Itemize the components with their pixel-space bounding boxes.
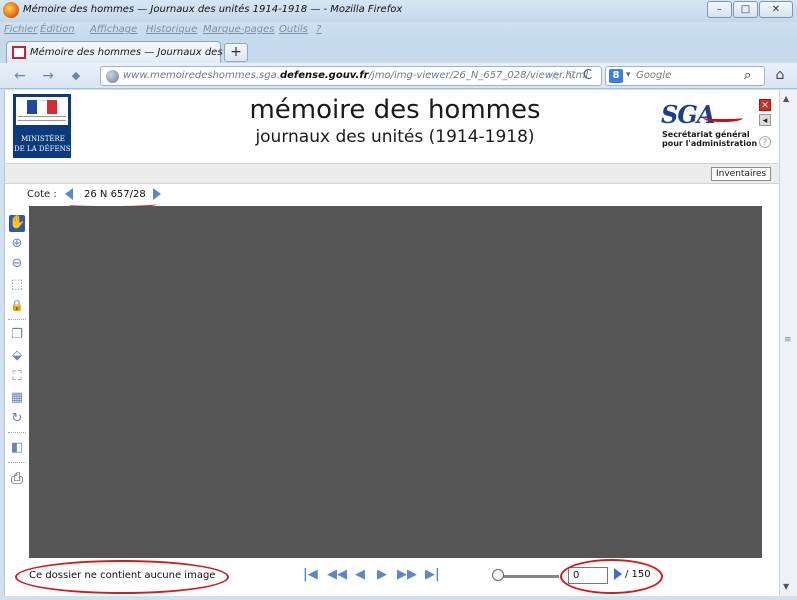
help-icon[interactable]: ? [759, 136, 771, 148]
close-icon[interactable]: ✕ [759, 99, 771, 111]
tab-strip: Mémoire des hommes — Journaux des u... + [0, 39, 797, 63]
viewer-bottom-bar: Ce dossier ne contient aucune image |◀ ◀… [5, 558, 780, 594]
tab-label: Mémoire des hommes — Journaux des u... [30, 47, 242, 58]
cote-value: 26 N 657/28 [84, 189, 146, 200]
page-scrollbar[interactable]: ▲ ≡ ▼ [779, 90, 797, 596]
page-slider-track[interactable] [499, 575, 559, 578]
logo-line-1: MINISTÈRE [21, 135, 65, 143]
next-cote-icon[interactable] [153, 188, 161, 200]
print-icon[interactable]: ⎙ [9, 470, 25, 487]
zoom-rectangle-icon[interactable]: ⬚ [9, 277, 25, 294]
minimize-button[interactable]: – [707, 1, 732, 18]
inventaires-button[interactable]: Inventaires [711, 167, 772, 181]
identity-icon[interactable]: ◆ [66, 67, 86, 85]
menu-marque-pages[interactable]: Marque-pages [203, 24, 275, 35]
annotation-oval [15, 560, 229, 594]
toolbar-separator [8, 432, 26, 433]
site-title: mémoire des hommes [249, 95, 541, 125]
home-icon[interactable]: ⌂ [770, 67, 790, 85]
sga-text-1: Secrétariat général [662, 130, 750, 139]
logo-line-2: DE LA DÉFENSE [14, 145, 76, 153]
history-dropdown-icon[interactable]: ▽ [567, 70, 575, 81]
pan-hand-icon[interactable]: ✋ [9, 215, 25, 232]
rewind-icon[interactable]: ◀◀ [327, 567, 347, 582]
search-bar[interactable]: 8 ▾ Google ⌕ [605, 66, 765, 86]
fit-icon[interactable]: ⬙ [9, 348, 25, 365]
sga-text-2: pour l'administration [662, 139, 758, 148]
menu-fichier[interactable]: Fichier [4, 24, 37, 35]
menu-outils[interactable]: Outils [279, 24, 308, 35]
globe-icon [106, 70, 119, 83]
annotation-oval [560, 559, 663, 594]
republic-flag-icon [16, 97, 68, 125]
last-page-icon[interactable]: ▶| [425, 567, 440, 582]
url-text: www.memoiredeshommes.sga.defense.gouv.fr… [123, 70, 589, 81]
previous-page-icon[interactable]: ◀ [355, 567, 365, 582]
options-bar: Inventaires [5, 163, 780, 184]
scroll-grip-icon[interactable]: ≡ [784, 335, 792, 345]
menu-edition[interactable]: Édition [40, 24, 75, 35]
forward-arrow-icon[interactable]: → [38, 67, 58, 85]
site-favicon-icon [12, 46, 26, 59]
next-page-icon[interactable]: ▶ [377, 567, 387, 582]
page-content: MINISTÈRE DE LA DÉFENSE mémoire des homm… [4, 90, 780, 596]
pages-icon[interactable]: ❐ [9, 327, 25, 344]
menu-affichage[interactable]: Affichage [90, 24, 137, 35]
cote-label: Cote : [27, 189, 57, 200]
menu-help[interactable]: ? [316, 24, 321, 35]
reload-icon[interactable]: C [583, 68, 592, 83]
back-arrow-icon[interactable]: ← [10, 67, 30, 85]
tab-memoire[interactable]: Mémoire des hommes — Journaux des u... [6, 41, 242, 63]
search-engine-dropdown-icon[interactable]: ▾ [626, 70, 631, 80]
toolbar-separator [8, 462, 26, 463]
fast-forward-icon[interactable]: ▶▶ [397, 567, 417, 582]
close-window-button[interactable]: ✕ [759, 1, 793, 18]
maximize-button[interactable]: □ [733, 1, 758, 18]
layers-icon[interactable]: ◧ [9, 440, 25, 457]
search-engine-icon[interactable]: 8 [609, 69, 623, 83]
zoom-in-icon[interactable]: ⊕ [9, 236, 25, 253]
site-subtitle: journaux des unités (1914-1918) [255, 127, 535, 147]
navigation-bar: ← → ◆ www.memoiredeshommes.sga.defense.g… [0, 63, 797, 89]
firefox-icon [3, 2, 19, 18]
scroll-up-icon[interactable]: ▲ [783, 94, 789, 103]
sga-swoosh-icon [703, 114, 743, 122]
grid-icon[interactable]: ▦ [9, 390, 25, 407]
search-placeholder: Google [636, 70, 672, 81]
window-title: Mémoire des hommes — Journaux des unités… [23, 4, 403, 15]
fullscreen-icon[interactable]: ⛶ [9, 369, 25, 386]
scroll-down-icon[interactable]: ▼ [783, 582, 789, 591]
rotate-icon[interactable]: ↻ [9, 411, 25, 428]
site-header: MINISTÈRE DE LA DÉFENSE mémoire des homm… [5, 90, 780, 163]
ministry-logo[interactable]: MINISTÈRE DE LA DÉFENSE [13, 94, 76, 158]
search-icon[interactable]: ⌕ [744, 68, 751, 83]
bookmark-star-icon[interactable]: ☆ [549, 69, 561, 84]
toolbar-separator [8, 319, 26, 320]
first-page-icon[interactable]: |◀ [303, 567, 318, 582]
menu-bar: Fichier Édition Affichage Historique Mar… [0, 22, 797, 39]
page-slider-knob[interactable] [492, 569, 504, 581]
new-tab-button[interactable]: + [224, 43, 248, 62]
window-titlebar: Mémoire des hommes — Journaux des unités… [0, 0, 797, 22]
address-bar[interactable]: www.memoiredeshommes.sga.defense.gouv.fr… [100, 66, 602, 86]
zoom-out-icon[interactable]: ⊖ [9, 256, 25, 273]
menu-historique[interactable]: Historique [146, 24, 197, 35]
image-viewer-canvas[interactable] [29, 206, 762, 558]
viewer-toolbar: ✋ ⊕ ⊖ ⬚ 🔒 ❐ ⬙ ⛶ ▦ ↻ ◧ ⎙ [5, 215, 27, 515]
previous-cote-icon[interactable] [65, 188, 73, 200]
lock-icon[interactable]: 🔒 [9, 298, 25, 315]
sound-icon[interactable]: ◂ [759, 114, 771, 126]
